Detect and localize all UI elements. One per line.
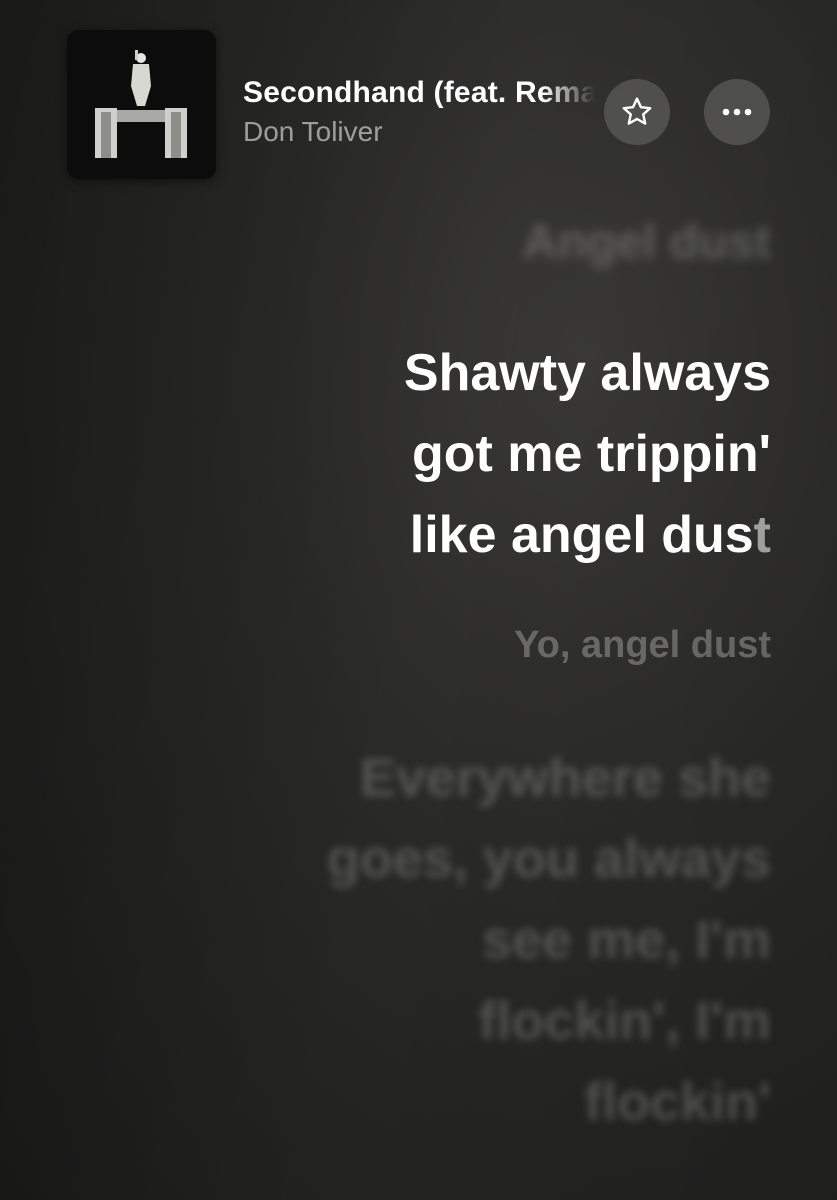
album-artwork[interactable] <box>67 30 216 179</box>
lyric-active-sung: Shawty always got me trippin' like angel… <box>403 344 771 564</box>
album-art-image <box>67 30 216 179</box>
song-title[interactable]: Secondhand (feat. Rema) <box>243 76 595 110</box>
lyric-line-previous[interactable]: Angel dust <box>523 208 771 278</box>
lyric-active-unsung: t <box>753 506 771 564</box>
star-outline-icon <box>622 97 652 125</box>
favorite-button[interactable] <box>604 79 670 145</box>
more-options-button[interactable] <box>704 79 770 145</box>
ellipsis-icon <box>722 108 752 116</box>
lyric-line-next[interactable]: Yo, angel dust <box>514 620 771 670</box>
lyric-line-upcoming[interactable]: Everywhere she goes, you always see me, … <box>171 738 771 1143</box>
lyric-line-active[interactable]: Shawty always got me trippin' like angel… <box>151 333 771 576</box>
artist-name[interactable]: Don Toliver <box>243 116 383 148</box>
now-playing-header: Secondhand (feat. Rema) Don Toliver <box>0 0 837 200</box>
